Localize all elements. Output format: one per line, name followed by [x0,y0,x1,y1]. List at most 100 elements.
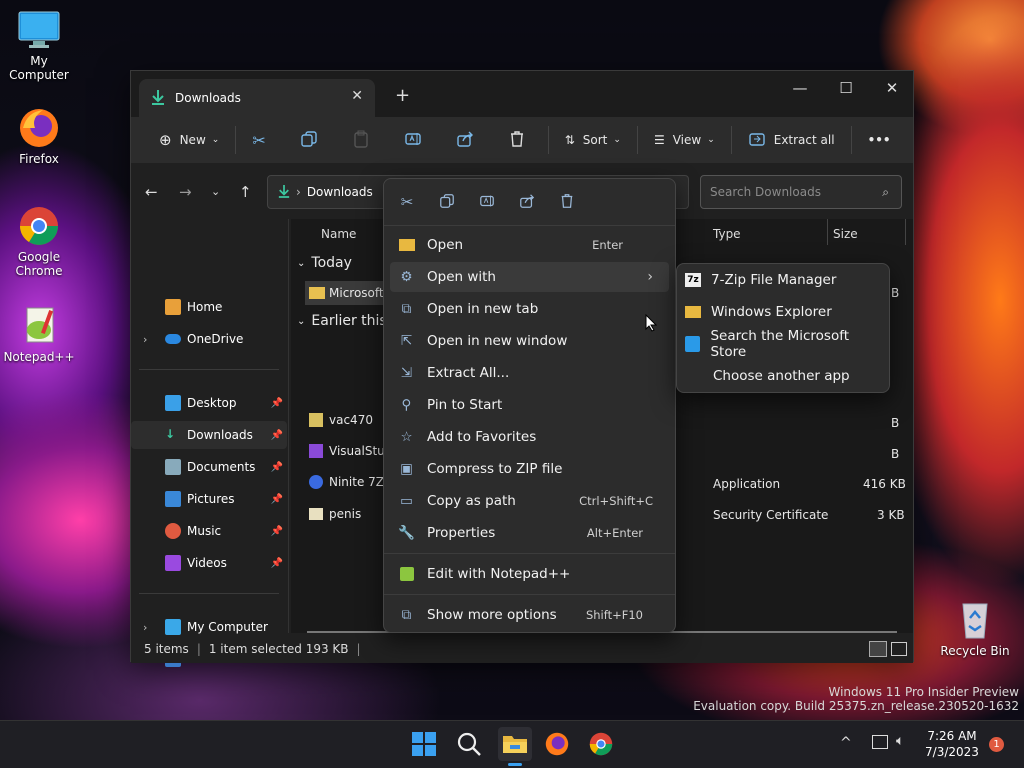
forward-button[interactable]: → [179,183,192,201]
file-size: B [891,286,900,300]
search-input[interactable]: Search Downloads [710,185,821,199]
copy-button[interactable] [432,193,462,211]
extract-icon: ⇲ [400,365,413,381]
divider [730,126,732,154]
show-hidden-icons-button[interactable]: ^ [840,735,852,751]
scissors-icon: ✂ [400,193,414,211]
table-row[interactable]: penis [309,507,361,521]
tiles-view-icon[interactable] [891,642,907,656]
desktop-icon-firefox[interactable]: Firefox [1,106,77,166]
desktop-icon-label: My Computer [9,54,69,82]
chrome-taskbar-button[interactable] [588,731,616,759]
cut-button[interactable]: ✂ [392,193,422,211]
notepadpp-icon [398,566,415,583]
menu-item-open-new-tab[interactable]: ⧉ Open in new tab [390,294,669,324]
menu-item-extract-all[interactable]: ⇲ Extract All... [390,358,669,388]
sidebar-item-home[interactable]: Home [131,293,287,321]
desktop-icon [165,395,181,411]
search-icon [457,732,481,756]
menu-item-label: Open in new tab [427,301,539,317]
menu-item-compress-zip[interactable]: ▣ Compress to ZIP file [390,454,669,484]
up-button[interactable]: ↑ [239,183,252,201]
star-icon: ☆ [400,429,413,445]
cut-button[interactable]: ✂ [242,124,275,156]
volume-icon[interactable]: 🔈︎ [896,733,904,749]
share-button[interactable] [512,193,542,211]
cloud-icon [165,334,181,344]
menu-item-edit-notepadpp[interactable]: Edit with Notepad++ [390,559,669,589]
menu-item-show-more-options[interactable]: ⧉ Show more options Shift+F10 [390,600,669,630]
menu-item-properties[interactable]: 🔧 Properties Alt+Enter [390,518,669,548]
more-options-button[interactable]: ••• [858,124,901,156]
firefox-taskbar-button[interactable] [544,731,572,759]
sidebar-item-pictures[interactable]: Pictures 📌 [131,485,287,513]
column-header-name[interactable]: Name [321,227,356,241]
menu-item-copy-as-path[interactable]: ▭ Copy as path Ctrl+Shift+C [390,486,669,516]
table-row[interactable]: Microsoft- [305,281,395,305]
desktop-icon-recycle-bin[interactable]: Recycle Bin [937,598,1013,658]
search-button[interactable] [456,731,484,759]
menu-item-open-new-window[interactable]: ⇱ Open in new window [390,326,669,356]
menu-item-add-to-favorites[interactable]: ☆ Add to Favorites [390,422,669,452]
title-bar: Downloads ✕ + — ☐ ✕ [131,71,913,117]
delete-button[interactable] [552,193,582,211]
paste-button[interactable] [342,124,380,156]
sidebar-item-onedrive[interactable]: › OneDrive [131,325,287,353]
breadcrumb[interactable]: Downloads [307,185,373,199]
clock[interactable]: 7:26 AM 7/3/2023 [920,728,984,760]
rename-button[interactable] [394,124,432,156]
desktop-icon-my-computer[interactable]: My Computer [1,8,77,82]
breadcrumb-chevron-icon: › [296,185,301,199]
menu-item-label: Compress to ZIP file [427,461,563,477]
submenu-item-windows-explorer[interactable]: Windows Explorer [683,297,883,327]
menu-item-open-with[interactable]: ⚙ Open with › [390,262,669,292]
column-header-size[interactable]: Size [833,227,858,241]
network-status-icon[interactable] [872,735,888,749]
start-button[interactable] [411,731,439,759]
view-button[interactable]: ☰ View ⌄ [644,124,725,156]
menu-item-label: Open with [427,269,496,285]
close-window-button[interactable]: ✕ [869,79,915,97]
extract-all-button[interactable]: Extract all [738,124,845,156]
tab-downloads[interactable]: Downloads ✕ [139,79,375,117]
recent-locations-button[interactable]: ⌄ [211,185,220,198]
desktop-icon-chrome[interactable]: Google Chrome [1,204,77,278]
group-header-today[interactable]: ⌄ Today [297,255,352,271]
table-row[interactable]: vac470 [309,413,373,427]
table-row[interactable]: VisualStud [309,444,392,458]
rename-icon [404,130,422,151]
back-button[interactable]: ← [145,183,158,201]
submenu-item-choose-another-app[interactable]: Choose another app [683,361,883,391]
sidebar-item-videos[interactable]: Videos 📌 [131,549,287,577]
submenu-item-microsoft-store[interactable]: Search the Microsoft Store [683,328,883,360]
rename-button[interactable] [472,193,502,211]
menu-item-open[interactable]: Open Enter [390,230,669,260]
minimize-button[interactable]: — [777,79,823,97]
copy-button[interactable] [290,124,328,156]
sidebar-item-desktop[interactable]: Desktop 📌 [131,389,287,417]
sidebar-item-music[interactable]: Music 📌 [131,517,287,545]
sidebar-item-downloads[interactable]: ↓ Downloads 📌 [131,421,287,449]
share-button[interactable] [446,124,484,156]
paste-icon [352,130,370,151]
new-button[interactable]: ⊕ New ⌄ [149,124,229,156]
menu-item-pin-to-start[interactable]: ⚲ Pin to Start [390,390,669,420]
sort-button[interactable]: ⇅ Sort ⌄ [555,124,631,156]
trash-icon [561,194,573,208]
column-header-type[interactable]: Type [713,227,741,241]
delete-button[interactable] [498,124,536,156]
chevron-right-icon[interactable]: › [143,621,147,634]
group-header-earlier[interactable]: ⌄ Earlier this [297,313,387,329]
file-explorer-taskbar-button[interactable] [498,727,532,766]
maximize-button[interactable]: ☐ [823,79,869,97]
submenu-item-7zip[interactable]: 7z 7-Zip File Manager [683,265,883,295]
menu-item-label: Open in new window [427,333,568,349]
notification-badge[interactable]: 1 [989,737,1004,752]
sidebar-item-documents[interactable]: Documents 📌 [131,453,287,481]
new-tab-button[interactable]: + [395,85,410,106]
desktop-icon-notepadpp[interactable]: Notepad++ [1,304,77,364]
chevron-right-icon[interactable]: › [143,333,147,346]
close-tab-icon[interactable]: ✕ [351,88,363,104]
details-view-icon[interactable] [869,641,887,657]
search-box[interactable]: Search Downloads ⌕ [700,175,902,209]
